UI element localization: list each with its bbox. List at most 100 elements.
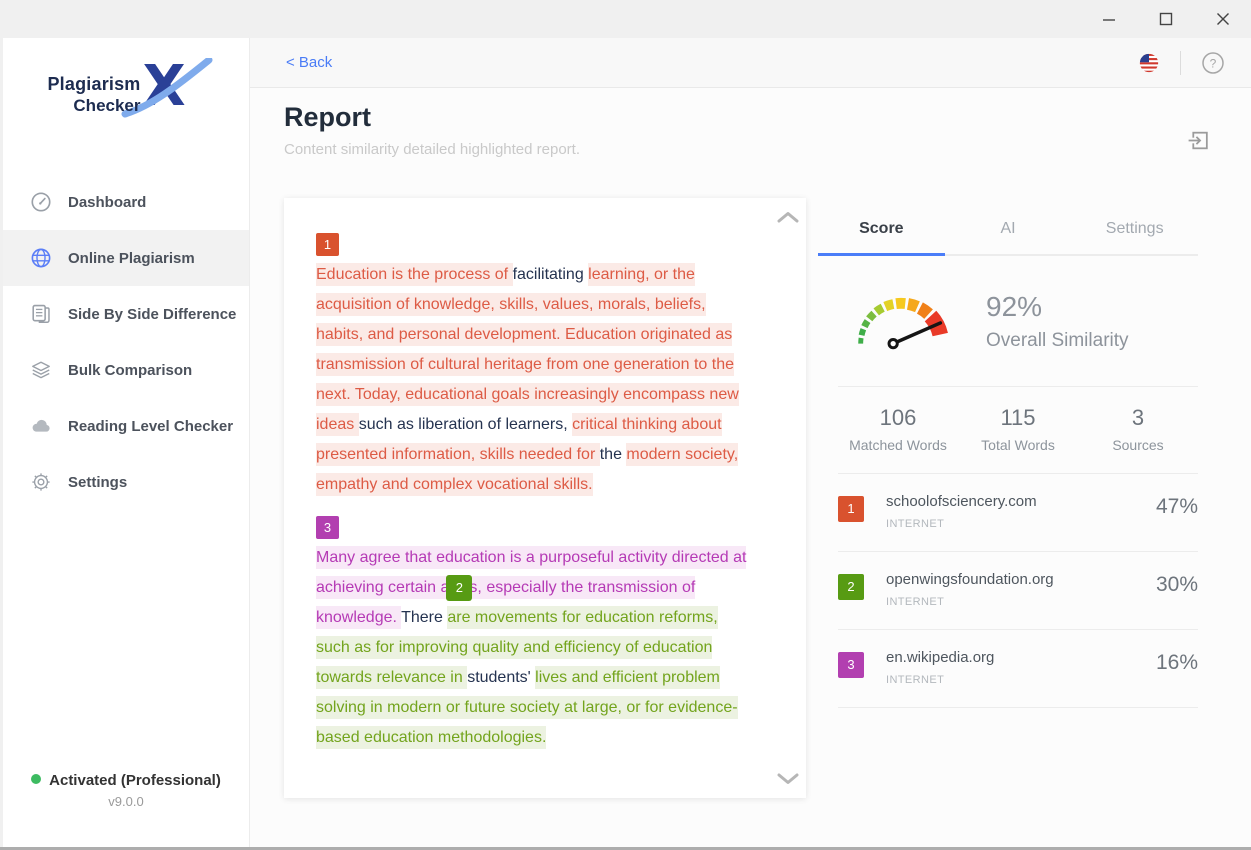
- minimize-icon: [1102, 12, 1116, 26]
- document-paragraph: 3Many agree that education is a purposef…: [316, 513, 754, 753]
- highlighted-text-red: Education is the process of: [316, 263, 513, 286]
- maximize-button[interactable]: [1137, 0, 1194, 38]
- source-info: openwingsfoundation.org INTERNET: [886, 571, 1156, 608]
- tab-settings[interactable]: Settings: [1071, 207, 1198, 256]
- sidebar-item-label: Side By Side Difference: [68, 306, 236, 323]
- sidebar-item-settings[interactable]: Settings: [3, 454, 249, 510]
- stat-value: 106: [838, 405, 958, 431]
- globe-icon: [29, 247, 53, 269]
- highlighted-text-red: learning, or the acquisition of knowledg…: [316, 263, 739, 436]
- stat-label: Total Words: [958, 437, 1078, 453]
- overall-similarity: 92% Overall Similarity: [838, 256, 1198, 387]
- source-info: schoolofsciencery.com INTERNET: [886, 493, 1156, 530]
- source-domain: schoolofsciencery.com: [886, 493, 1156, 510]
- source-domain: en.wikipedia.org: [886, 649, 1156, 666]
- logo-text-line2: Checker: [47, 96, 140, 116]
- export-button[interactable]: [1186, 128, 1211, 158]
- minimize-button[interactable]: [1080, 0, 1137, 38]
- source-info: en.wikipedia.org INTERNET: [886, 649, 1156, 686]
- stat-value: 115: [958, 405, 1078, 431]
- source-badge-1: 1: [838, 496, 864, 522]
- sidebar-item-label: Online Plagiarism: [68, 250, 195, 267]
- dashboard-icon: [29, 191, 53, 213]
- similarity-label: Overall Similarity: [986, 330, 1129, 352]
- cloud-icon: [29, 415, 53, 437]
- plain-text: facilitating: [513, 266, 589, 283]
- page-subtitle: Content similarity detailed highlighted …: [284, 141, 1213, 158]
- source-row-1[interactable]: 1 schoolofsciencery.com INTERNET47%: [838, 474, 1198, 552]
- maximize-icon: [1159, 12, 1173, 26]
- source-type: INTERNET: [886, 596, 1156, 608]
- plain-text: such as liberation of learners,: [359, 416, 572, 433]
- export-icon: [1186, 128, 1211, 153]
- tab-ai[interactable]: AI: [945, 207, 1072, 256]
- svg-text:?: ?: [1210, 56, 1217, 70]
- sidebar-item-dashboard[interactable]: Dashboard: [3, 174, 249, 230]
- chevron-up-icon: [775, 210, 801, 224]
- back-button[interactable]: < Back: [286, 54, 332, 71]
- source-percent: 47%: [1156, 495, 1198, 519]
- plain-text: There: [401, 609, 447, 626]
- source-type: INTERNET: [886, 518, 1156, 530]
- plain-text: students': [467, 669, 535, 686]
- document-panel: 1 Education is the process of facilitatin…: [284, 198, 806, 798]
- source-percent: 16%: [1156, 651, 1198, 675]
- main-header: < Back: [250, 38, 1251, 88]
- help-icon[interactable]: ?: [1201, 51, 1225, 75]
- panel-tabs: ScoreAISettings: [818, 207, 1198, 256]
- stat-sources: 3 Sources: [1078, 405, 1198, 453]
- similarity-value: 92%: [986, 291, 1129, 323]
- source-type: INTERNET: [886, 674, 1156, 686]
- main-area: < Back: [250, 38, 1251, 847]
- layers-icon: [29, 359, 53, 381]
- source-percent: 30%: [1156, 573, 1198, 597]
- plain-text: the: [600, 446, 627, 463]
- sidebar-item-label: Settings: [68, 474, 127, 491]
- chevron-down-icon: [775, 772, 801, 786]
- source-row-3[interactable]: 3 en.wikipedia.org INTERNET16%: [838, 630, 1198, 708]
- scroll-down-button[interactable]: [775, 772, 801, 786]
- page-head: Report Content similarity detailed highl…: [250, 88, 1251, 158]
- page-title: Report: [284, 102, 1213, 133]
- sidebar-item-bulk-comparison[interactable]: Bulk Comparison: [3, 342, 249, 398]
- sidebar-item-label: Dashboard: [68, 194, 146, 211]
- tab-score[interactable]: Score: [818, 207, 945, 256]
- stat-label: Sources: [1078, 437, 1198, 453]
- match-badge-3[interactable]: 3: [316, 516, 339, 539]
- source-domain: openwingsfoundation.org: [886, 571, 1156, 588]
- window-titlebar: [0, 0, 1251, 38]
- similarity-gauge-icon: [842, 282, 962, 360]
- us-flag-icon[interactable]: [1138, 52, 1160, 74]
- logo-text-line1: Plagiarism: [47, 74, 140, 95]
- close-icon: [1216, 12, 1230, 26]
- version-label: v9.0.0: [3, 794, 249, 809]
- activation-status: Activated (Professional) v9.0.0: [3, 772, 249, 809]
- header-divider: [1180, 51, 1181, 75]
- sidebar-item-reading-level-checker[interactable]: Reading Level Checker: [3, 398, 249, 454]
- stats-row: 106 Matched Words115 Total Words3 Sources: [838, 387, 1198, 474]
- source-badge-2: 2: [838, 574, 864, 600]
- source-row-2[interactable]: 2 openwingsfoundation.org INTERNET30%: [838, 552, 1198, 630]
- status-dot: [31, 774, 41, 784]
- report-content: 1 Education is the process of facilitatin…: [250, 198, 1251, 798]
- logo-x-mark: X: [135, 58, 205, 120]
- app-logo: Plagiarism Checker X: [3, 58, 249, 142]
- match-badge-2[interactable]: 2: [446, 575, 472, 601]
- side-by-side-icon: [29, 303, 53, 325]
- sidebar-item-side-by-side-difference[interactable]: Side By Side Difference: [3, 286, 249, 342]
- status-label: Activated (Professional): [49, 772, 221, 789]
- document-text: 1 Education is the process of facilitatin…: [316, 230, 754, 753]
- close-button[interactable]: [1194, 0, 1251, 38]
- stat-label: Matched Words: [838, 437, 958, 453]
- stat-value: 3: [1078, 405, 1198, 431]
- source-badge-3: 3: [838, 652, 864, 678]
- sidebar-item-label: Reading Level Checker: [68, 418, 233, 435]
- sidebar-menu: Dashboard Online Plagiarism Side By Side D…: [3, 174, 249, 510]
- score-panel: ScoreAISettings 92% Overall Similarity 1…: [818, 198, 1198, 798]
- document-paragraph: 1 Education is the process of facilitatin…: [316, 230, 754, 500]
- scroll-up-button[interactable]: [775, 210, 801, 224]
- sidebar-item-online-plagiarism[interactable]: Online Plagiarism: [3, 230, 249, 286]
- match-badge-1[interactable]: 1: [316, 233, 339, 256]
- sources-list: 1schoolofsciencery.comINTERNET47%2openwi…: [818, 474, 1198, 708]
- stat-matched-words: 106 Matched Words: [838, 405, 958, 453]
